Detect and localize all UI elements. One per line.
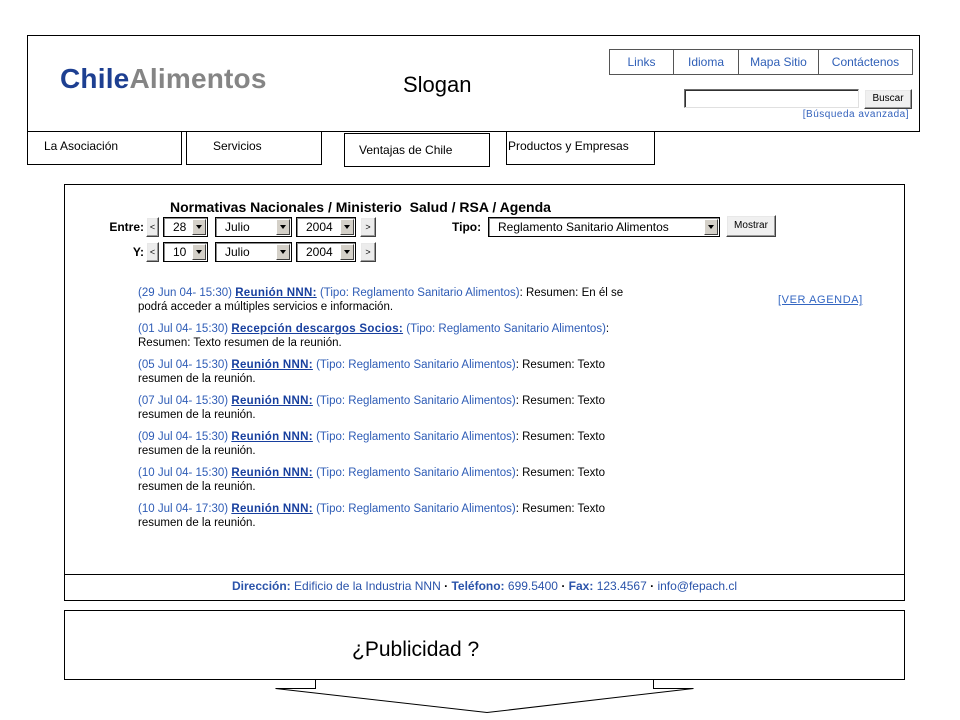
view-agenda-link[interactable]: [VER AGENDA] — [778, 293, 863, 307]
down-arrow-shape — [275, 679, 694, 714]
ad-frame — [64, 610, 905, 680]
from-prev-button[interactable]: < — [146, 217, 159, 237]
ad-placeholder-text: ¿Publicidad ? — [352, 638, 480, 661]
event-type: (Tipo: Reglamento Sanitario Alimentos) — [316, 467, 516, 479]
footer-divider — [65, 574, 904, 575]
type-select[interactable]: Reglamento Sanitario Alimentos — [488, 217, 720, 237]
list-item: (10 Jul 04- 17:30) Reunión NNN: (Tipo: R… — [138, 502, 632, 530]
phone-value: 699.5400 — [507, 579, 558, 593]
from-year-value: 2004 — [306, 220, 333, 234]
page-title: Normativas Nacionales / Ministerio Salud… — [170, 199, 551, 215]
event-title-link[interactable]: Reunión NNN: — [231, 359, 313, 371]
event-type: (Tipo: Reglamento Sanitario Alimentos) — [316, 395, 516, 407]
search-input[interactable] — [684, 89, 859, 108]
to-year-value: 2004 — [306, 245, 333, 259]
tab-productos-y-empresas[interactable]: Productos y Empresas — [506, 131, 655, 165]
from-label: Entre: — [109, 220, 144, 234]
logo-primary-text: Chile — [60, 63, 130, 94]
page: ChileAlimentos Slogan Links Idioma Mapa … — [0, 0, 960, 720]
list-item: (29 Jun 04- 15:30) Reunión NNN: (Tipo: R… — [138, 286, 632, 314]
fax-label: Fax: — [568, 579, 594, 593]
event-type: (Tipo: Reglamento Sanitario Alimentos) — [316, 503, 516, 515]
phone-label: Teléfono: — [451, 579, 505, 593]
from-month-value: Julio — [225, 220, 250, 234]
chevron-down-icon[interactable] — [192, 244, 206, 260]
tab-la-asociacion[interactable]: La Asociación — [27, 131, 182, 165]
top-nav-links[interactable]: Links — [610, 50, 673, 74]
event-title-link[interactable]: Reunión NNN: — [231, 503, 313, 515]
top-nav: Links Idioma Mapa Sitio Contáctenos — [609, 49, 913, 75]
list-item: (05 Jul 04- 15:30) Reunión NNN: (Tipo: R… — [138, 358, 632, 386]
to-month-select[interactable]: Julio — [215, 242, 292, 262]
separator: · — [444, 579, 449, 593]
to-day-value: 10 — [173, 245, 187, 259]
footer-contact: Dirección: Edificio de la Industria NNN … — [64, 579, 905, 593]
logo-secondary-text: Alimentos — [129, 63, 267, 94]
tab-servicios[interactable]: Servicios — [186, 131, 322, 165]
list-item: (09 Jul 04- 15:30) Reunión NNN: (Tipo: R… — [138, 430, 632, 458]
event-date: (29 Jun 04- 15:30) — [138, 287, 232, 299]
type-label: Tipo: — [452, 220, 482, 234]
to-year-select[interactable]: 2004 — [296, 242, 356, 262]
advanced-search-link[interactable]: [Búsqueda avanzada] — [803, 109, 909, 121]
event-title-link[interactable]: Reunión NNN: — [231, 395, 313, 407]
chevron-down-icon[interactable] — [276, 219, 290, 235]
chevron-down-icon[interactable] — [276, 244, 290, 260]
slogan: Slogan — [403, 72, 472, 97]
top-nav-contactenos[interactable]: Contáctenos — [818, 50, 912, 74]
top-nav-mapa-sitio[interactable]: Mapa Sitio — [738, 50, 818, 74]
from-month-select[interactable]: Julio — [215, 217, 292, 237]
tab-label: Servicios — [213, 139, 262, 153]
event-title-link[interactable]: Recepción descargos Socios: — [231, 323, 403, 335]
event-title-link[interactable]: Reunión NNN: — [235, 287, 317, 299]
event-title-link[interactable]: Reunión NNN: — [231, 431, 313, 443]
top-nav-idioma[interactable]: Idioma — [673, 50, 738, 74]
chevron-down-icon[interactable] — [192, 219, 206, 235]
search-button[interactable]: Buscar — [864, 89, 912, 109]
address-label: Dirección: — [232, 579, 291, 593]
address-value: Edificio de la Industria NNN — [294, 579, 441, 593]
show-button[interactable]: Mostrar — [726, 215, 776, 237]
to-prev-button[interactable]: < — [146, 242, 159, 262]
list-item: (10 Jul 04- 15:30) Reunión NNN: (Tipo: R… — [138, 466, 632, 494]
event-list: (29 Jun 04- 15:30) Reunión NNN: (Tipo: R… — [138, 286, 632, 538]
event-type: (Tipo: Reglamento Sanitario Alimentos) — [406, 323, 606, 335]
event-date: (05 Jul 04- 15:30) — [138, 359, 229, 371]
logo[interactable]: ChileAlimentos — [60, 63, 267, 95]
event-type: (Tipo: Reglamento Sanitario Alimentos) — [316, 359, 516, 371]
event-type: (Tipo: Reglamento Sanitario Alimentos) — [316, 431, 516, 443]
to-next-button[interactable]: > — [360, 242, 376, 262]
separator: · — [561, 579, 566, 593]
event-date: (10 Jul 04- 17:30) — [138, 503, 229, 515]
separator: · — [650, 579, 655, 593]
tab-label: Productos y Empresas — [508, 139, 629, 153]
fax-value: 123.4567 — [596, 579, 647, 593]
tab-ventajas-de-chile[interactable]: Ventajas de Chile — [344, 133, 490, 167]
event-date: (01 Jul 04- 15:30) — [138, 323, 229, 335]
tab-label: Ventajas de Chile — [359, 143, 453, 157]
from-next-button[interactable]: > — [360, 217, 376, 237]
chevron-down-icon[interactable] — [340, 219, 354, 235]
chevron-down-icon[interactable] — [340, 244, 354, 260]
event-date: (09 Jul 04- 15:30) — [138, 431, 229, 443]
type-value: Reglamento Sanitario Alimentos — [498, 220, 669, 234]
tab-label: La Asociación — [44, 139, 119, 153]
event-title-link[interactable]: Reunión NNN: — [231, 467, 313, 479]
chevron-down-icon[interactable] — [704, 219, 718, 235]
down-arrow-outline — [275, 679, 694, 714]
from-day-value: 28 — [173, 220, 187, 234]
to-day-select[interactable]: 10 — [163, 242, 208, 262]
from-year-select[interactable]: 2004 — [296, 217, 356, 237]
event-date: (07 Jul 04- 15:30) — [138, 395, 229, 407]
event-date: (10 Jul 04- 15:30) — [138, 467, 229, 479]
to-label: Y: — [132, 245, 144, 259]
event-type: (Tipo: Reglamento Sanitario Alimentos) — [319, 287, 520, 299]
to-month-value: Julio — [225, 245, 250, 259]
list-item: (01 Jul 04- 15:30) Recepción descargos S… — [138, 322, 632, 350]
email-link[interactable]: info@fepach.cl — [657, 579, 737, 593]
from-day-select[interactable]: 28 — [163, 217, 208, 237]
list-item: (07 Jul 04- 15:30) Reunión NNN: (Tipo: R… — [138, 394, 632, 422]
